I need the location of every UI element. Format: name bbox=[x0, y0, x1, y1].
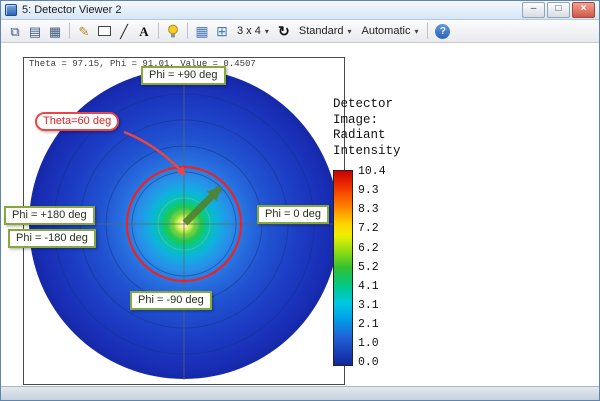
pencil-tool-icon[interactable]: ✎ bbox=[75, 22, 93, 40]
colorbar-tick: 10.4 bbox=[358, 166, 386, 178]
text-tool-icon[interactable]: A bbox=[135, 22, 153, 40]
callout-phi-plus-90[interactable]: Phi = +90 deg bbox=[141, 66, 226, 85]
window-title: 5: Detector Viewer 2 bbox=[22, 4, 121, 16]
dropdown-arrow-icon: ▾ bbox=[414, 27, 418, 36]
grid-layout-icon[interactable]: ⊞ bbox=[213, 22, 231, 40]
toolbar-separator bbox=[187, 23, 188, 39]
colorbar: 10.4 9.3 8.3 7.2 6.2 5.2 4.1 3.1 2.1 1.0… bbox=[333, 170, 386, 369]
colorbar-tick: 7.2 bbox=[358, 223, 386, 235]
line-tool-icon[interactable]: ╱ bbox=[115, 22, 133, 40]
colorbar-ticks: 10.4 9.3 8.3 7.2 6.2 5.2 4.1 3.1 2.1 1.0… bbox=[358, 166, 386, 369]
standard-dropdown[interactable]: Standard ▾ bbox=[295, 22, 356, 40]
help-icon[interactable]: ? bbox=[435, 24, 450, 39]
automatic-dropdown[interactable]: Automatic ▾ bbox=[358, 22, 423, 40]
copy-icon[interactable]: ⧉ bbox=[6, 22, 24, 40]
callout-phi-0[interactable]: Phi = 0 deg bbox=[257, 205, 329, 224]
app-icon bbox=[5, 4, 17, 16]
colorbar-tick: 3.1 bbox=[358, 300, 386, 312]
colorbar-tick: 2.1 bbox=[358, 319, 386, 331]
rectangle-glyph bbox=[98, 26, 111, 36]
detector-viewer-window: 5: Detector Viewer 2 – □ × ⧉ ▤ ▦ ✎ ╱ A ▦… bbox=[0, 0, 600, 401]
standard-label: Standard bbox=[299, 25, 344, 37]
colorbar-tick: 0.0 bbox=[358, 357, 386, 369]
lamp-icon[interactable] bbox=[164, 22, 182, 40]
title-bar: 5: Detector Viewer 2 – □ × bbox=[1, 1, 599, 20]
colorbar-tick: 5.2 bbox=[358, 262, 386, 274]
toolbar-separator bbox=[427, 23, 428, 39]
print-icon[interactable]: ▦ bbox=[46, 22, 64, 40]
toolbar-separator bbox=[158, 23, 159, 39]
colorbar-tick: 9.3 bbox=[358, 185, 386, 197]
toolbar-separator bbox=[69, 23, 70, 39]
colorbar-tick: 4.1 bbox=[358, 281, 386, 293]
refresh-icon[interactable]: ↻ bbox=[275, 22, 293, 40]
colorbar-gradient bbox=[333, 170, 353, 366]
grid-size-dropdown[interactable]: 3 x 4 ▾ bbox=[233, 22, 273, 40]
single-view-icon[interactable]: ▦ bbox=[193, 22, 211, 40]
legend-title: Detector Image: Radiant Intensity bbox=[333, 97, 401, 160]
toolbar: ⧉ ▤ ▦ ✎ ╱ A ▦ ⊞ 3 x 4 ▾ ↻ Standard ▾ Aut… bbox=[1, 20, 599, 43]
callout-theta-60[interactable]: Theta=60 deg bbox=[35, 112, 119, 131]
callout-phi-plus-180[interactable]: Phi = +180 deg bbox=[4, 206, 95, 225]
minimize-button[interactable]: – bbox=[522, 2, 545, 18]
window-bottom-edge bbox=[1, 386, 599, 400]
grid-size-label: 3 x 4 bbox=[237, 25, 261, 37]
automatic-label: Automatic bbox=[362, 25, 411, 37]
lamp-glyph bbox=[166, 24, 180, 39]
colorbar-tick: 8.3 bbox=[358, 204, 386, 216]
dropdown-arrow-icon: ▾ bbox=[265, 27, 269, 36]
plot-frame: Theta = 97.15, Phi = 91.01, Value = 0.45… bbox=[23, 57, 345, 385]
callout-phi-minus-180[interactable]: Phi = -180 deg bbox=[8, 229, 96, 248]
dropdown-arrow-icon: ▾ bbox=[348, 27, 352, 36]
rectangle-tool-icon[interactable] bbox=[95, 22, 113, 40]
save-icon[interactable]: ▤ bbox=[26, 22, 44, 40]
viewer-content: Theta = 97.15, Phi = 91.01, Value = 0.45… bbox=[2, 44, 598, 387]
callout-phi-minus-90[interactable]: Phi = -90 deg bbox=[130, 291, 212, 310]
colorbar-tick: 1.0 bbox=[358, 338, 386, 350]
colorbar-tick: 6.2 bbox=[358, 243, 386, 255]
maximize-button[interactable]: □ bbox=[547, 2, 570, 18]
close-button[interactable]: × bbox=[572, 2, 595, 18]
